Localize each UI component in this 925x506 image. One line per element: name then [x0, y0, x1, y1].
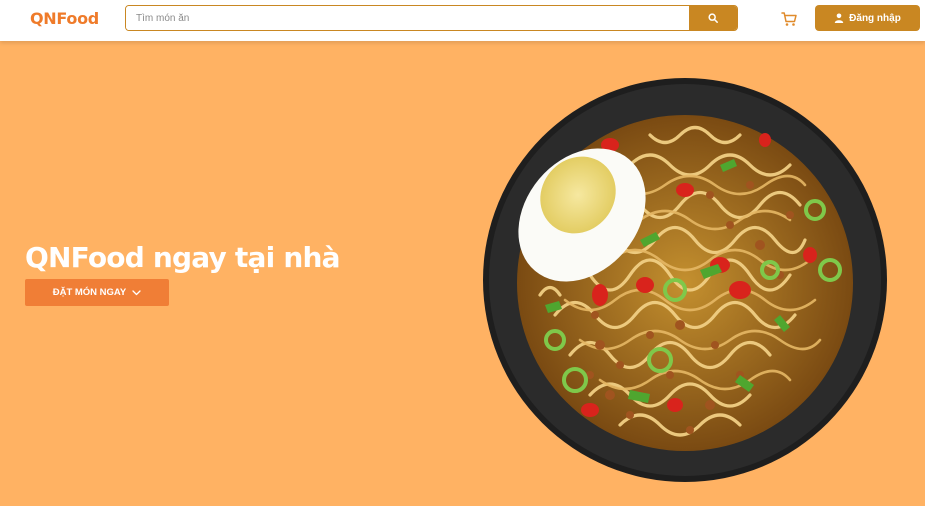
- search-icon: [708, 13, 718, 23]
- hero-title: QNFood ngay tại nhà: [25, 241, 341, 274]
- order-now-button[interactable]: ĐẶT MÓN NGAY: [25, 279, 169, 306]
- login-label: Đăng nhập: [849, 12, 901, 24]
- search-button[interactable]: [689, 6, 737, 30]
- search-bar: [125, 5, 738, 31]
- chevron-down-icon: [132, 289, 141, 295]
- logo[interactable]: QNFood: [30, 9, 99, 28]
- login-button[interactable]: Đăng nhập: [815, 5, 920, 31]
- navbar: QNFood Đăng nhập: [0, 0, 925, 41]
- noodle-bowl-image: [483, 78, 887, 482]
- cart-icon[interactable]: [780, 10, 798, 28]
- user-icon: [834, 13, 844, 23]
- order-now-label: ĐẶT MÓN NGAY: [52, 287, 127, 298]
- search-input[interactable]: [126, 6, 689, 30]
